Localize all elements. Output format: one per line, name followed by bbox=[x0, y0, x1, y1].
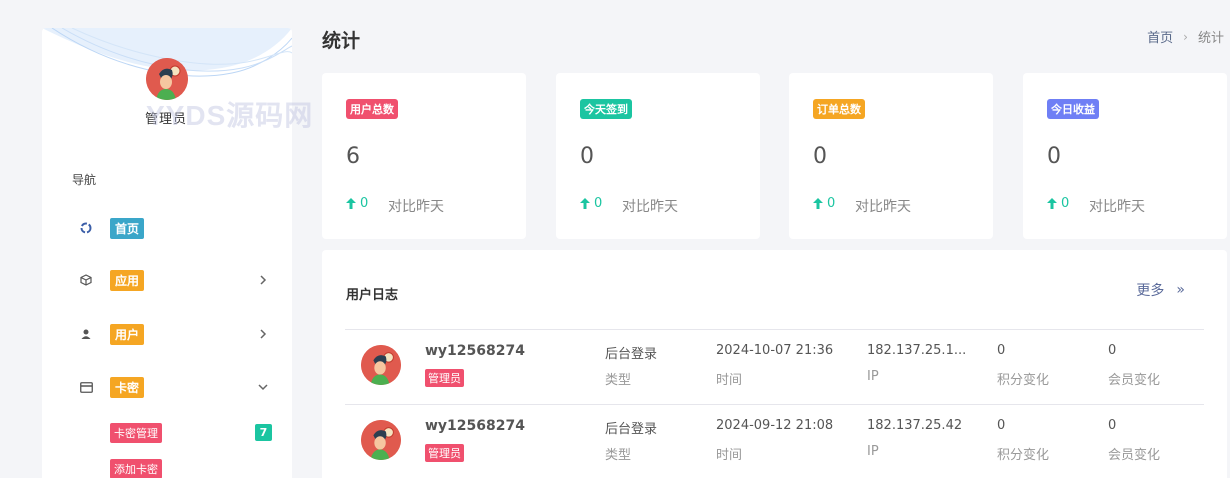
stat-change-label: 对比昨天 bbox=[622, 199, 678, 215]
stat-change: 0 bbox=[813, 196, 835, 211]
sidebar-subitem-label: 添加卡密 bbox=[110, 459, 162, 478]
table-row: wy12568274 管理员 后台登录 类型 2024-09-12 21:08 … bbox=[345, 404, 1204, 478]
stat-change: 0 bbox=[580, 196, 602, 211]
log-member-label: 会员变化 bbox=[1108, 373, 1161, 388]
arrow-up-icon bbox=[813, 198, 823, 209]
role-badge: 管理员 bbox=[425, 369, 464, 387]
log-type: 后台登录 bbox=[605, 422, 658, 437]
card-icon bbox=[72, 378, 98, 396]
sidebar-item-label: 首页 bbox=[110, 217, 145, 239]
stat-card-checkins-today: 今天签到 0 0 对比昨天 bbox=[556, 73, 760, 239]
sidebar-item-home[interactable]: 首页 bbox=[72, 215, 272, 241]
stat-change: 0 bbox=[1047, 196, 1069, 211]
username: wy12568274 bbox=[425, 343, 525, 359]
stat-change-value: 0 bbox=[827, 196, 836, 211]
stat-change-label: 对比昨天 bbox=[855, 199, 911, 215]
chevron-right-icon: › bbox=[1183, 29, 1188, 44]
sidebar-subitem-label: 卡密管理 bbox=[110, 423, 162, 443]
log-member: 0 bbox=[1108, 418, 1117, 433]
arrow-up-icon bbox=[346, 198, 356, 209]
stat-card-revenue-today: 今日收益 0 0 对比昨天 bbox=[1023, 73, 1227, 239]
stat-value: 0 bbox=[1047, 144, 1061, 169]
table-row: wy12568274 管理员 后台登录 类型 2024-10-07 21:36 … bbox=[345, 329, 1204, 404]
log-time-label: 时间 bbox=[716, 373, 743, 388]
stat-change-label: 对比昨天 bbox=[1089, 199, 1145, 215]
stat-value: 0 bbox=[813, 144, 827, 169]
chevron-right-icon bbox=[260, 275, 267, 285]
avatar bbox=[361, 345, 401, 385]
nav-section-title: 导航 bbox=[72, 173, 97, 187]
double-chevron-right-icon: » bbox=[1176, 282, 1185, 298]
log-type-label: 类型 bbox=[605, 373, 632, 388]
stat-badge: 订单总数 bbox=[813, 99, 865, 119]
log-member: 0 bbox=[1108, 343, 1117, 358]
count-badge: 7 bbox=[255, 424, 272, 441]
stat-badge: 今天签到 bbox=[580, 99, 632, 119]
breadcrumb-home-link[interactable]: 首页 bbox=[1147, 27, 1173, 46]
stat-change-value: 0 bbox=[360, 196, 369, 211]
page-title: 统计 bbox=[322, 30, 361, 52]
more-link[interactable]: 更多 » bbox=[1136, 280, 1185, 300]
sidebar-subitem-card-manage[interactable]: 卡密管理 bbox=[110, 423, 162, 443]
stat-badge: 用户总数 bbox=[346, 99, 398, 119]
stat-change-value: 0 bbox=[594, 196, 603, 211]
arrow-up-icon bbox=[580, 198, 590, 209]
role-badge: 管理员 bbox=[425, 444, 464, 462]
chevron-down-icon bbox=[258, 384, 268, 391]
stat-change-label: 对比昨天 bbox=[388, 199, 444, 215]
log-ip: 182.137.25.42 bbox=[867, 418, 963, 433]
stat-card-total-orders: 订单总数 0 0 对比昨天 bbox=[789, 73, 993, 239]
username: wy12568274 bbox=[425, 418, 525, 434]
log-points: 0 bbox=[997, 418, 1006, 433]
dashboard-icon bbox=[72, 219, 98, 237]
arrow-up-icon bbox=[1047, 198, 1057, 209]
log-type: 后台登录 bbox=[605, 347, 658, 362]
sidebar-item-cards[interactable]: 卡密 bbox=[72, 374, 272, 400]
row-divider bbox=[345, 329, 1204, 330]
log-type-label: 类型 bbox=[605, 448, 632, 463]
breadcrumb-current: 统计 bbox=[1197, 31, 1224, 46]
stat-change: 0 bbox=[346, 196, 368, 211]
avatar bbox=[361, 420, 401, 460]
log-member-label: 会员变化 bbox=[1108, 448, 1161, 463]
breadcrumb: 首页 › 统计 bbox=[1147, 27, 1224, 47]
admin-name: 管理员 bbox=[145, 112, 188, 127]
log-points-label: 积分变化 bbox=[997, 448, 1050, 463]
sidebar-item-label: 用户 bbox=[110, 323, 145, 345]
sidebar-item-apps[interactable]: 应用 bbox=[72, 267, 272, 293]
log-points-label: 积分变化 bbox=[997, 373, 1050, 388]
log-ip: 182.137.25.1... bbox=[867, 343, 967, 358]
sidebar-item-users[interactable]: 用户 bbox=[72, 321, 272, 347]
sidebar-item-label: 应用 bbox=[110, 269, 145, 291]
log-ip-label: IP bbox=[867, 444, 879, 459]
more-label: 更多 bbox=[1136, 283, 1165, 299]
stat-badge: 今日收益 bbox=[1047, 99, 1099, 119]
sidebar: 管理员 导航 首页 应用 用户 卡密 卡密管理 7 添加卡密 bbox=[42, 28, 292, 478]
chevron-right-icon bbox=[260, 329, 267, 339]
stat-change-value: 0 bbox=[1061, 196, 1070, 211]
log-points: 0 bbox=[997, 343, 1006, 358]
sidebar-item-label: 卡密 bbox=[110, 376, 145, 398]
admin-avatar[interactable] bbox=[146, 58, 188, 100]
log-time: 2024-09-12 21:08 bbox=[716, 418, 834, 433]
user-icon bbox=[72, 325, 98, 343]
stat-value: 6 bbox=[346, 144, 360, 169]
log-time-label: 时间 bbox=[716, 448, 743, 463]
stat-value: 0 bbox=[580, 144, 594, 169]
panel-title: 用户日志 bbox=[346, 288, 399, 303]
log-time: 2024-10-07 21:36 bbox=[716, 343, 834, 358]
sidebar-subitem-add-card[interactable]: 添加卡密 bbox=[110, 459, 162, 478]
cube-icon bbox=[72, 271, 98, 289]
row-divider bbox=[345, 404, 1204, 405]
log-ip-label: IP bbox=[867, 369, 879, 384]
stat-card-total-users: 用户总数 6 0 对比昨天 bbox=[322, 73, 526, 239]
user-log-panel: 用户日志 更多 » wy12568274 管理员 后台登录 类型 2024-10… bbox=[322, 250, 1227, 478]
